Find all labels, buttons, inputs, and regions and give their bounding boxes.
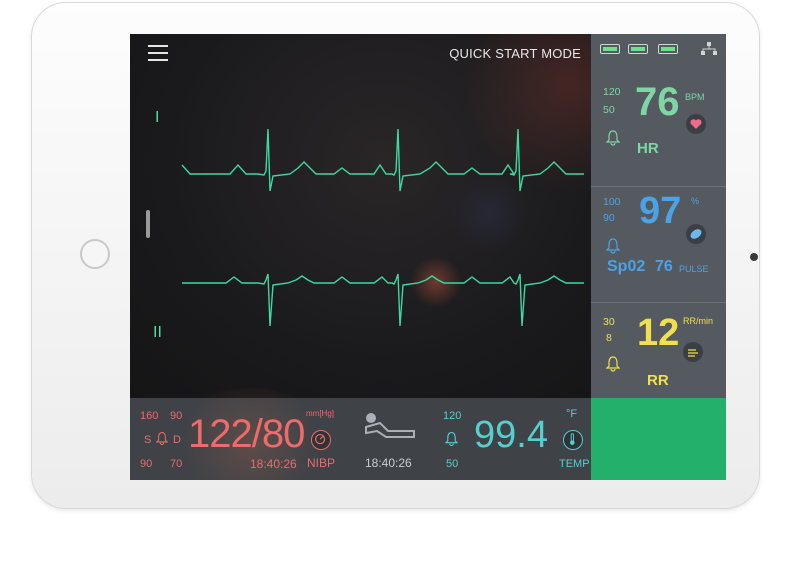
spo2-low-limit: 90: [603, 212, 615, 224]
hr-unit: BPM: [685, 92, 705, 102]
temp-value: 99.4: [474, 414, 548, 456]
pulse-value: 76: [655, 258, 673, 275]
ecg-waveforms: [181, 128, 584, 327]
patient-bed-icon[interactable]: [360, 411, 418, 443]
nibp-s-label: S: [144, 434, 152, 446]
patient-time: 18:40:26: [365, 456, 412, 470]
nibp-unit: mm[Hg]: [306, 409, 334, 418]
ecg-trace-lead-i: [181, 128, 584, 192]
rr-value: 12: [637, 312, 680, 354]
battery-icon: [628, 44, 648, 54]
rr-high-limit: 30: [603, 316, 615, 328]
hr-label: HR: [637, 140, 659, 157]
blood-drop-icon: [686, 224, 706, 244]
hr-high-limit: 120: [603, 86, 621, 98]
temp-high-limit: 120: [443, 410, 462, 422]
nibp-sys-low-limit: 90: [140, 458, 153, 470]
alarm-bell-icon[interactable]: [606, 238, 620, 254]
temp-label: TEMP: [559, 458, 590, 470]
tablet-frame: QUICK START MODE I II 120 50 76 BPM HR 1…: [32, 3, 759, 508]
gauge-icon[interactable]: [311, 430, 331, 450]
spo2-unit: %: [691, 196, 700, 206]
spo2-panel[interactable]: 100 90 97 % Sp02 76 PULSE: [591, 186, 726, 304]
waveform-panel: QUICK START MODE I II: [130, 34, 680, 398]
spo2-label: Sp02: [607, 258, 646, 275]
status-indicator-box[interactable]: [591, 398, 726, 480]
nibp-value: 122/80: [188, 412, 305, 456]
temp-unit: °F: [566, 408, 578, 420]
alarm-bell-icon[interactable]: [606, 356, 620, 372]
vitals-column: 120 50 76 BPM HR 100 90 97 % Sp02 76 PUL…: [591, 34, 726, 398]
camera-icon: [750, 253, 758, 261]
spo2-value: 97: [639, 190, 682, 232]
nibp-d-label: D: [173, 434, 181, 446]
rr-label: RR: [647, 372, 669, 389]
hr-panel[interactable]: 120 50 76 BPM HR: [591, 74, 726, 192]
nibp-label: NIBP: [307, 456, 336, 470]
status-icons: [591, 42, 726, 58]
nibp-time: 18:40:26: [250, 457, 297, 471]
alarm-bell-icon[interactable]: [445, 431, 458, 447]
pulse-label: PULSE: [679, 264, 709, 274]
nibp-sys-high-limit: 160: [140, 410, 159, 422]
alarm-bell-icon[interactable]: [606, 130, 620, 146]
nibp-dia-low-limit: 70: [170, 458, 183, 470]
bottom-vitals-bar: 160 90 S D 90 70 122/80 mm[Hg] 18:40:26 …: [130, 388, 591, 480]
ecg-trace-lead-ii: [182, 273, 584, 327]
network-icon: [701, 42, 717, 55]
heart-icon: [686, 114, 706, 134]
home-button[interactable]: [80, 239, 110, 269]
hr-value: 76: [635, 80, 680, 124]
battery-icon: [600, 44, 620, 54]
hr-low-limit: 50: [603, 104, 615, 116]
nibp-dia-high-limit: 90: [170, 410, 183, 422]
temp-low-limit: 50: [446, 458, 459, 470]
battery-icon: [658, 44, 678, 54]
alarm-bell-icon[interactable]: [156, 431, 168, 446]
rr-low-limit: 8: [606, 332, 612, 344]
thermometer-icon[interactable]: [563, 430, 583, 450]
lungs-icon: [683, 342, 703, 362]
spo2-high-limit: 100: [603, 196, 621, 208]
monitor-screen: QUICK START MODE I II 120 50 76 BPM HR 1…: [130, 34, 726, 480]
rr-unit: RR/min: [683, 316, 714, 326]
